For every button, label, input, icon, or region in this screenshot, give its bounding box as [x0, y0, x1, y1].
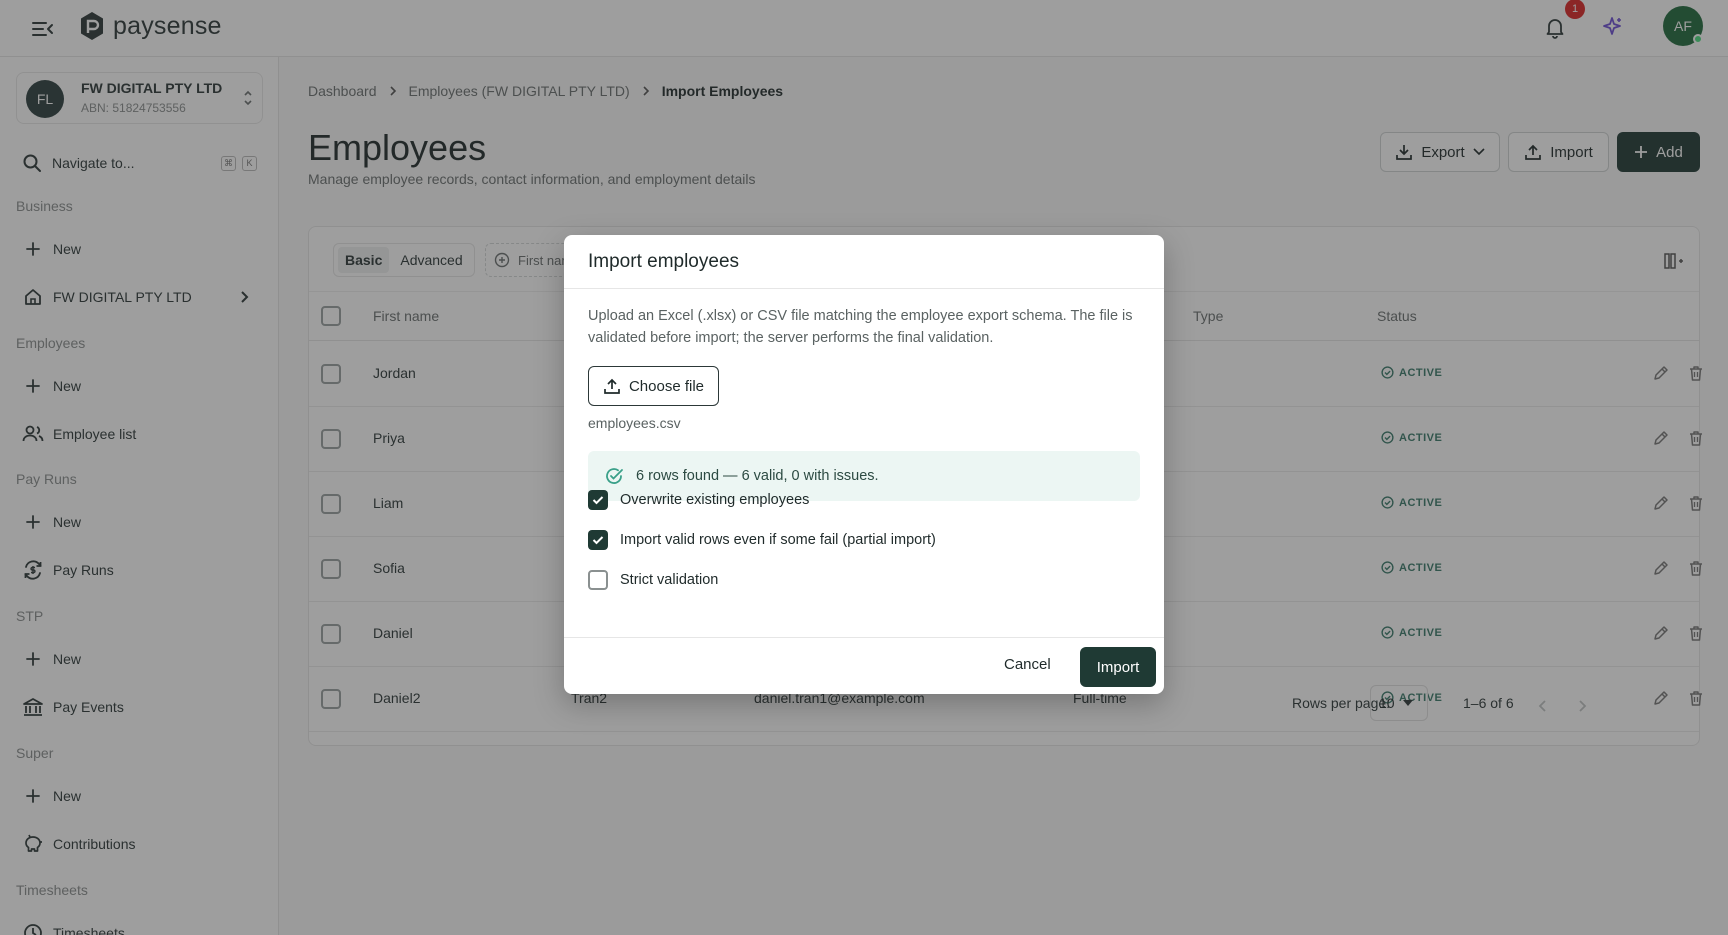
dialog-description: Upload an Excel (.xlsx) or CSV file matc… [588, 308, 1133, 346]
import-button[interactable]: Import [1080, 647, 1156, 687]
upload-icon [604, 378, 620, 394]
choose-file-label: Choose file [628, 377, 705, 395]
strict-validation-checkbox[interactable] [588, 570, 608, 590]
check-circle-icon [606, 468, 623, 484]
dialog-title: Import employees [588, 251, 740, 272]
strict-validation-label: Strict validation [620, 572, 719, 588]
overwrite-option[interactable]: Overwrite existing employees [588, 490, 809, 510]
partial-import-label: Import valid rows even if some fail (par… [620, 532, 936, 548]
dialog-footer: Cancel Import [564, 637, 1164, 694]
overwrite-label: Overwrite existing employees [620, 492, 810, 508]
selected-file-name: employees.csv [588, 415, 681, 431]
choose-file-button[interactable]: Choose file [588, 366, 719, 406]
cancel-button[interactable]: Cancel [1004, 656, 1051, 673]
overwrite-checkbox[interactable] [588, 490, 608, 510]
check-icon [592, 496, 604, 505]
dialog-header: Import employees [564, 235, 1164, 289]
partial-import-option[interactable]: Import valid rows even if some fail (par… [588, 530, 936, 550]
check-icon [592, 536, 604, 545]
import-employees-dialog: Import employees Upload an Excel (.xlsx)… [564, 235, 1164, 694]
partial-import-checkbox[interactable] [588, 530, 608, 550]
strict-validation-option[interactable]: Strict validation [588, 570, 718, 590]
validation-result-text: 6 rows found — 6 valid, 0 with issues. [636, 468, 879, 484]
